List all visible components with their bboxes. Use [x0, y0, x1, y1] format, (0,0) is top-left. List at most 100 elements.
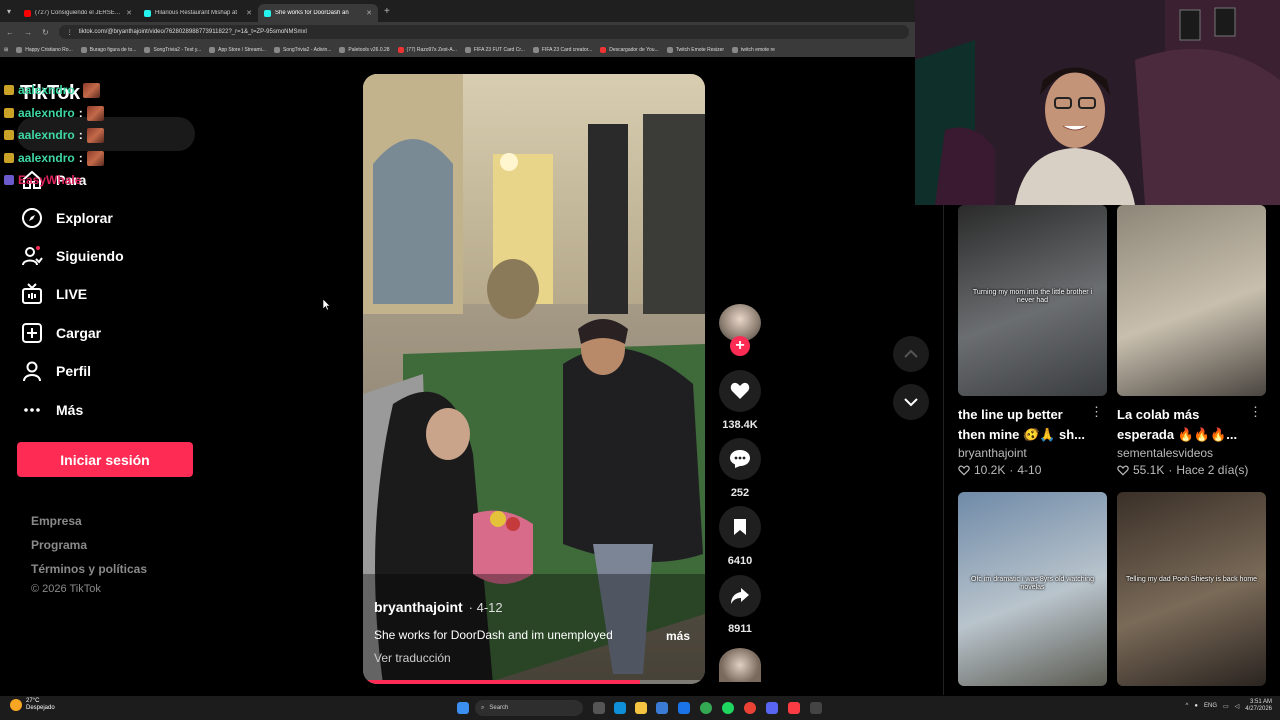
close-tab-icon[interactable]: ✕	[126, 9, 132, 17]
tray-chevron-icon[interactable]: ^	[1186, 703, 1189, 709]
app-icon[interactable]	[810, 702, 822, 714]
chat-emote-icon	[86, 105, 104, 121]
site-info-icon[interactable]: ⋮	[67, 29, 73, 36]
next-video-button[interactable]	[893, 384, 929, 420]
tray-language[interactable]: ENG	[1204, 703, 1217, 709]
related-video-card[interactable]: Ofc im dramatic i was 8yrs old watching …	[958, 492, 1107, 686]
related-video-card[interactable]: Turning my mom into the little brother i…	[958, 205, 1107, 477]
sidebar-item-siguiendo[interactable]: Siguiendo	[21, 244, 124, 268]
browser-tab[interactable]: Hilarious Restaurant Mishap at ✕	[138, 4, 258, 22]
video-username[interactable]: bryanthajoint	[374, 599, 463, 615]
footer-link-empresa[interactable]: Empresa	[31, 514, 82, 528]
card-menu-icon[interactable]: ⋮	[1090, 404, 1103, 420]
related-video-card[interactable]: Telling my dad Pooh Shiesty is back home	[1117, 492, 1266, 686]
windows-start-icon[interactable]	[457, 702, 469, 714]
related-video-title[interactable]: La colab más esperada 🔥🔥🔥...	[1117, 405, 1252, 445]
bookmark-item[interactable]: Burago figura de to...	[80, 46, 136, 53]
sidebar-item-mas[interactable]: Más	[21, 398, 83, 422]
obs-icon[interactable]	[744, 702, 756, 714]
back-icon[interactable]: ←	[6, 28, 14, 37]
windows-taskbar: 27°C Despejado ⌕ Search ^ ● ENG ▭ ◁ 3:51…	[0, 696, 1280, 720]
follow-plus-icon[interactable]: +	[730, 336, 750, 356]
chevron-up-icon	[904, 349, 918, 358]
video-player[interactable]: bryanthajoint · 4-12 She works for DoorD…	[363, 74, 705, 684]
caption-more-button[interactable]: más	[666, 629, 690, 643]
footer-link-terminos[interactable]: Términos y políticas	[31, 562, 147, 576]
spotify-icon[interactable]	[722, 702, 734, 714]
translate-button[interactable]: Ver traducción	[374, 651, 451, 665]
weather-widget[interactable]: 27°C Despejado	[10, 698, 55, 711]
bookmark-item[interactable]: (77) Razo97s Zest-A...	[397, 46, 457, 53]
video-author[interactable]: bryanthajoint · 4-12	[374, 599, 503, 615]
bookmark-item[interactable]: Twitch Emote Resizer	[666, 46, 724, 53]
comment-button[interactable]	[719, 438, 761, 480]
browser-tab[interactable]: (727) Consiguiendo el JERSEY d ✕	[18, 4, 138, 22]
related-video-title[interactable]: the line up better then mine 🫨🙏 sh...	[958, 405, 1093, 445]
apps-icon[interactable]: ⊞	[4, 47, 8, 53]
live-tv-icon	[21, 283, 43, 305]
share-button[interactable]	[719, 575, 761, 617]
save-button[interactable]	[719, 506, 761, 548]
video-thumbnail[interactable]: Ofc im dramatic i was 8yrs old watching …	[958, 492, 1107, 686]
new-tab-icon[interactable]: +	[378, 6, 396, 17]
bookmark-item[interactable]: FIFA 23 FUT Card Cr...	[464, 46, 525, 53]
task-view-icon[interactable]	[593, 702, 605, 714]
mouse-cursor-icon	[323, 299, 331, 311]
system-tray: ^ ● ENG ▭ ◁ 3:51 AM 4/27/2026	[1186, 699, 1272, 713]
bookmark-item[interactable]: SongTrivia2 - Adivin...	[273, 46, 331, 53]
tray-volume-icon[interactable]: ◁	[1235, 703, 1240, 710]
footer-link-programa[interactable]: Programa	[31, 538, 87, 552]
forward-icon[interactable]: →	[24, 28, 32, 37]
bookmark-item[interactable]: twitch emote re	[732, 46, 775, 53]
video-progress-bar[interactable]	[363, 680, 705, 684]
chat-badge-icon	[4, 108, 14, 118]
related-video-card[interactable]: ⋮ La colab más esperada 🔥🔥🔥... sementale…	[1117, 205, 1266, 477]
bookmark-item[interactable]: App Store / Streami...	[209, 46, 266, 53]
next-creator-avatar[interactable]	[719, 648, 761, 682]
tab-search-icon[interactable]: ▾	[0, 0, 18, 22]
discord-icon[interactable]	[766, 702, 778, 714]
chrome-icon[interactable]	[700, 702, 712, 714]
video-thumbnail[interactable]	[1117, 205, 1266, 396]
sidebar-item-explorar[interactable]: Explorar	[21, 206, 113, 230]
browser-tab-bar: ▾ (727) Consiguiendo el JERSEY d ✕ Hilar…	[0, 0, 915, 22]
login-button[interactable]: Iniciar sesión	[17, 442, 193, 477]
browser-tab-active[interactable]: She works for DoorDash an ✕	[258, 4, 378, 22]
video-thumbnail[interactable]: Telling my dad Pooh Shiesty is back home	[1117, 492, 1266, 686]
bookmark-item[interactable]: SongTrivia2 - Test y...	[144, 46, 201, 53]
mail-icon[interactable]	[678, 702, 690, 714]
webcam-frame	[915, 0, 1280, 205]
card-menu-icon[interactable]: ⋮	[1249, 404, 1262, 420]
close-tab-icon[interactable]: ✕	[366, 9, 372, 17]
chevron-down-icon	[904, 398, 918, 407]
bookmark-item[interactable]: Paletools v26.0.28	[339, 46, 390, 53]
video-thumbnail[interactable]: Turning my mom into the little brother i…	[958, 205, 1107, 396]
reload-icon[interactable]: ↻	[42, 28, 49, 37]
bookmark-item[interactable]: Happy Cristiano Ro...	[16, 46, 73, 53]
thumbnail-caption: Ofc im dramatic i was 8yrs old watching …	[971, 576, 1094, 592]
bookmark-item[interactable]: Descargador de You...	[600, 46, 659, 53]
following-icon	[21, 245, 43, 267]
previous-video-button[interactable]	[893, 336, 929, 372]
bookmark-item[interactable]: FIFA 23 Card creator...	[532, 46, 592, 53]
tray-clock[interactable]: 3:51 AM 4/27/2026	[1245, 699, 1272, 713]
sidebar-item-cargar[interactable]: Cargar	[21, 321, 101, 345]
sidebar-item-live[interactable]: LIVE	[21, 282, 87, 306]
search-icon: ⌕	[481, 704, 485, 711]
chat-badge-icon	[4, 130, 14, 140]
taskbar-search[interactable]: ⌕ Search	[475, 700, 583, 716]
edge-icon[interactable]	[614, 702, 626, 714]
related-video-author[interactable]: bryanthajoint	[958, 446, 1107, 460]
related-video-author[interactable]: sementalesvideos	[1117, 446, 1266, 460]
video-caption: She works for DoorDash and im unemployed	[374, 628, 613, 642]
like-button[interactable]	[719, 370, 761, 412]
chat-message: EasyWhale	[4, 172, 85, 188]
file-explorer-icon[interactable]	[635, 702, 647, 714]
store-icon[interactable]	[656, 702, 668, 714]
sidebar-item-perfil[interactable]: Perfil	[21, 359, 91, 383]
music-icon[interactable]	[788, 702, 800, 714]
url-field[interactable]: ⋮ tiktok.com/@bryanthajoint/video/762802…	[58, 25, 909, 39]
close-tab-icon[interactable]: ✕	[246, 9, 252, 17]
tray-mic-icon[interactable]: ●	[1194, 703, 1198, 709]
tray-network-icon[interactable]: ▭	[1223, 703, 1229, 710]
